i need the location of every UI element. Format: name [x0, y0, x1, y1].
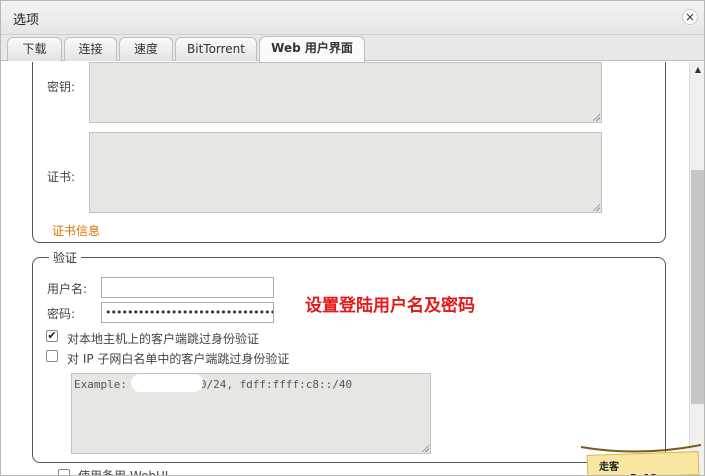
bypass-localhost-label: 对本地主机上的客户端跳过身份验证	[67, 332, 260, 346]
auth-legend: 验证	[49, 249, 82, 266]
username-input[interactable]	[101, 277, 274, 298]
red-annotation: 设置登陆用户名及密码	[305, 296, 475, 316]
tab-downloads[interactable]: 下载	[7, 37, 62, 61]
scroll-up-icon[interactable]: ▲	[690, 62, 704, 78]
watermark-text: 走客 www.5v13.com	[599, 462, 684, 475]
options-dialog: 选项 × 下载 连接 速度 BitTorrent Web 用户界面 密钥: 证书…	[0, 0, 705, 476]
vertical-scrollbar[interactable]: ▲	[689, 62, 704, 475]
bypass-whitelist-label: 对 IP 子网白名单中的客户端跳过身份验证	[67, 352, 290, 366]
bypass-whitelist-checkbox[interactable]	[46, 350, 58, 362]
tab-web-ui[interactable]: Web 用户界面	[259, 36, 365, 62]
key-label: 密钥:	[47, 80, 76, 94]
resize-grip-icon[interactable]	[592, 203, 600, 211]
title-bar: 选项 ×	[1, 1, 704, 35]
resize-grip-icon[interactable]	[421, 444, 429, 452]
close-icon[interactable]: ×	[682, 9, 698, 25]
alt-webui-checkbox[interactable]	[58, 469, 70, 475]
tab-bar: 下载 连接 速度 BitTorrent Web 用户界面	[1, 35, 704, 62]
tab-speed[interactable]: 速度	[119, 37, 173, 61]
whitelist-text: Example: 0/24, fdff:ffff:c8::/40	[74, 378, 353, 391]
resize-grip-icon[interactable]	[592, 113, 600, 121]
cert-info-link[interactable]: 证书信息	[52, 222, 100, 239]
site-watermark: 走客 www.5v13.com	[579, 441, 704, 475]
tab-content: 密钥: 证书: 证书信息 验证 用户名: 密码: •••••••••••••••…	[1, 62, 689, 476]
tab-bittorrent[interactable]: BitTorrent	[175, 37, 257, 61]
bypass-localhost-checkbox[interactable]: ✔	[46, 330, 58, 342]
password-input[interactable]: ••••••••••••••••••••••••••••••••	[101, 302, 274, 323]
redaction-mark	[131, 374, 203, 392]
scroll-thumb[interactable]	[691, 170, 704, 404]
tab-connection[interactable]: 连接	[64, 37, 117, 61]
username-label: 用户名:	[47, 282, 88, 296]
window-title: 选项	[13, 13, 40, 28]
cert-textarea[interactable]	[89, 132, 602, 213]
alt-webui-label: 使用备用 WebUI	[78, 469, 169, 476]
key-textarea[interactable]	[89, 62, 602, 123]
password-label: 密码:	[47, 307, 76, 321]
cert-label: 证书:	[47, 170, 76, 184]
